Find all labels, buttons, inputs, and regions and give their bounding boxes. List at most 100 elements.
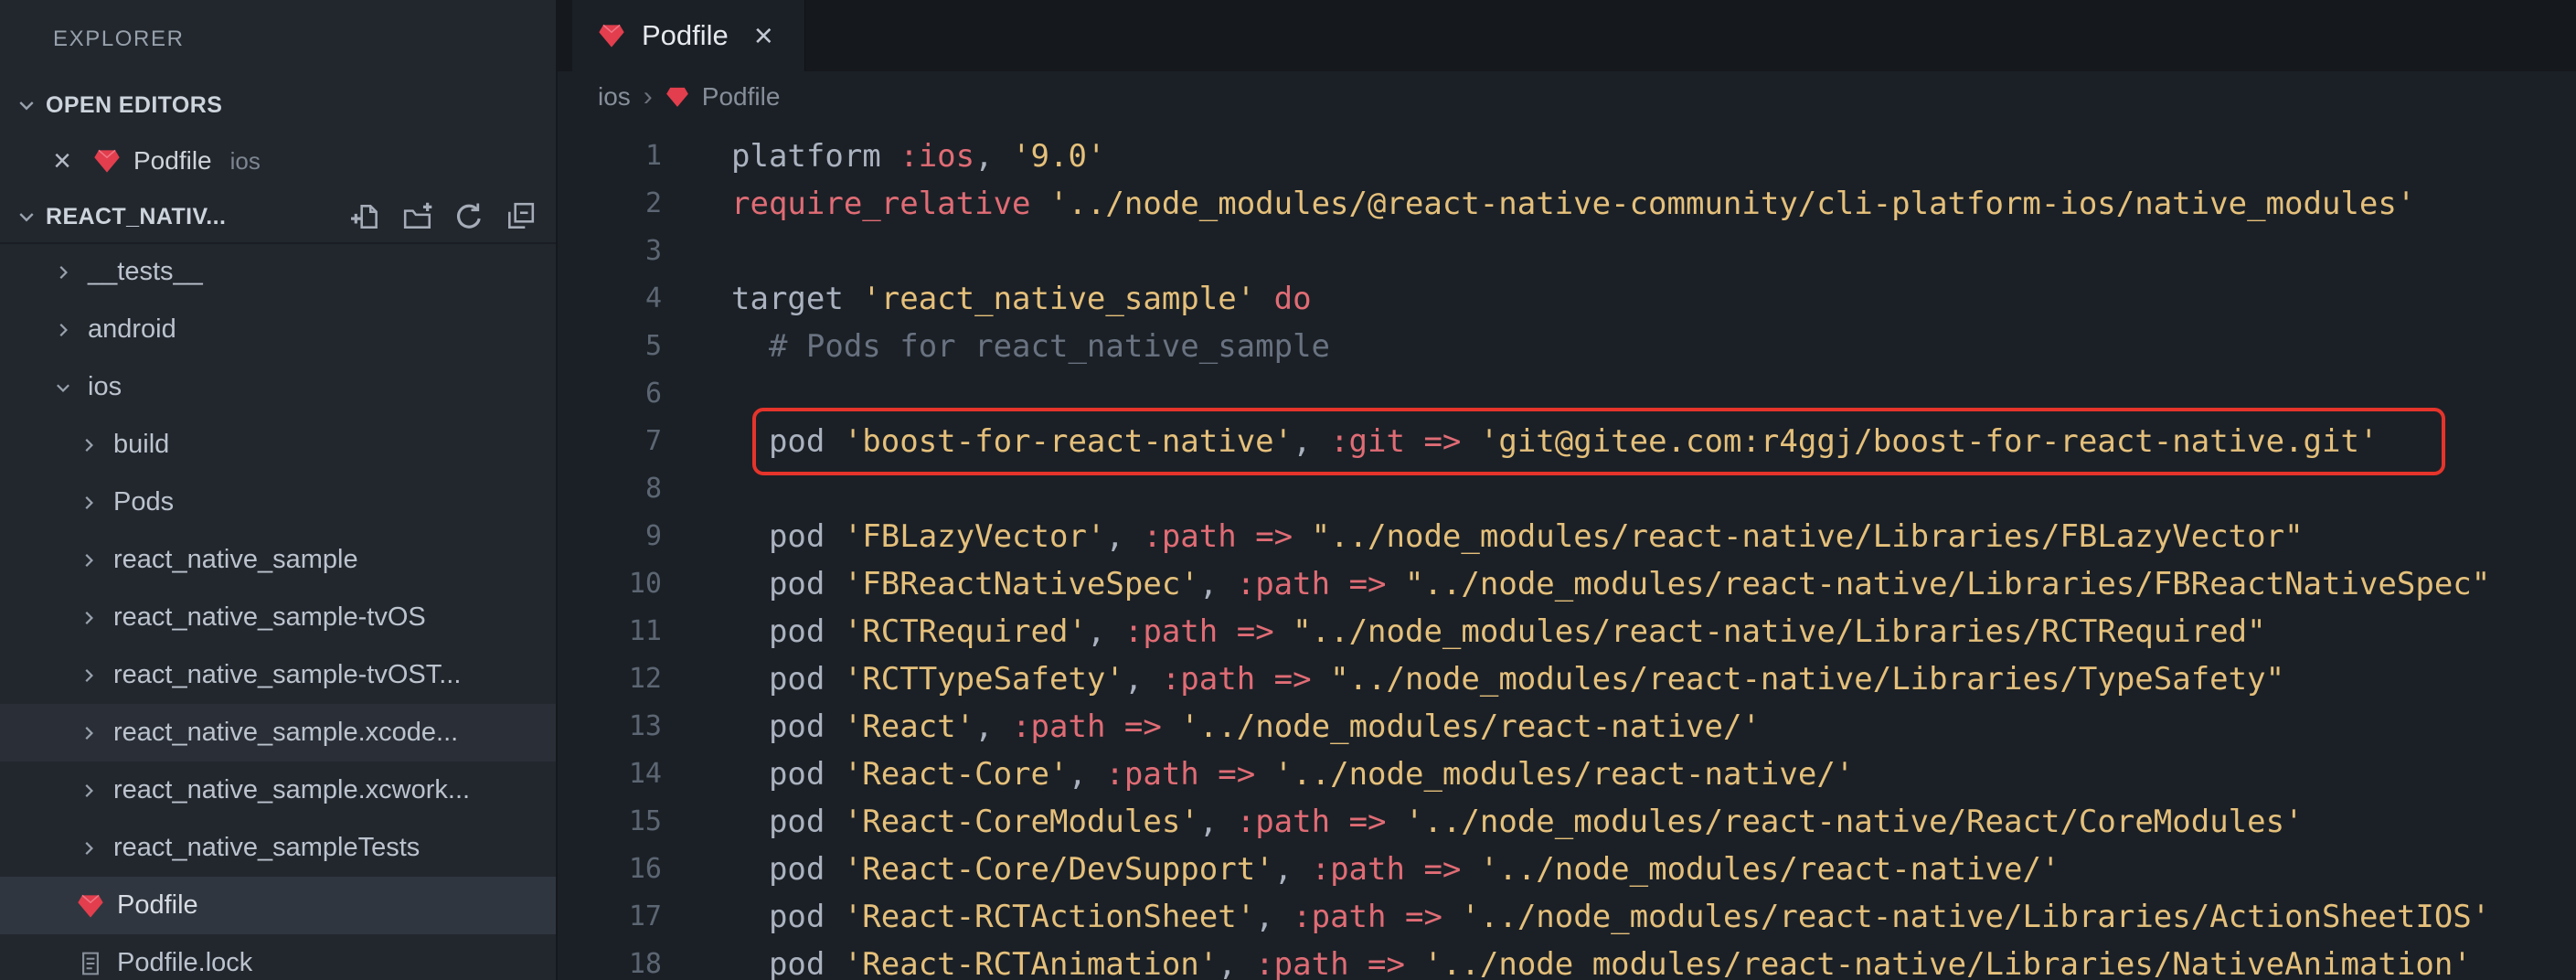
- tree-item-react-native-sample-xcode-[interactable]: react_native_sample.xcode...: [0, 704, 556, 762]
- chevron-right-icon: [77, 836, 101, 860]
- code-token: 'RCTRequired': [843, 613, 1087, 650]
- code-line-8[interactable]: 8: [558, 465, 2576, 513]
- code-text: pod 'React-Core', :path => '../node_modu…: [731, 751, 1854, 798]
- tree-item-podfile[interactable]: Podfile: [0, 877, 556, 934]
- code-token: :path: [1105, 756, 1199, 793]
- code-token: ,: [1086, 613, 1124, 650]
- code-line-16[interactable]: 16 pod 'React-Core/DevSupport', :path =>…: [558, 846, 2576, 893]
- code-line-3[interactable]: 3: [558, 228, 2576, 275]
- line-number: 5: [644, 330, 662, 362]
- tree-item-react-native-sample-tvos[interactable]: react_native_sample-tvOS: [0, 589, 556, 646]
- line-number: 12: [628, 663, 662, 695]
- code-text: pod 'FBReactNativeSpec', :path => "../no…: [731, 560, 2490, 608]
- line-number: 7: [644, 425, 662, 457]
- tree-item-label: android: [88, 314, 176, 344]
- code-line-11[interactable]: 11 pod 'RCTRequired', :path => "../node_…: [558, 608, 2576, 655]
- code-token: require_relative: [731, 186, 1049, 222]
- workspace-section-header[interactable]: REACT_NATIV...: [0, 190, 556, 243]
- code-token: 'React-RCTAnimation': [843, 946, 1219, 980]
- code-token: =>: [1218, 756, 1256, 793]
- open-editors-header[interactable]: OPEN EDITORS: [0, 79, 556, 132]
- tree-item-label: __tests__: [88, 257, 203, 286]
- tree-item-build[interactable]: build: [0, 416, 556, 474]
- ruby-icon: [93, 147, 121, 175]
- code-token: 'FBLazyVector': [843, 518, 1106, 555]
- code-token: platform: [731, 138, 900, 175]
- tree-item--tests-[interactable]: __tests__: [0, 243, 556, 301]
- breadcrumb-segment-podfile[interactable]: Podfile: [702, 82, 781, 112]
- code-line-17[interactable]: 17 pod 'React-RCTActionSheet', :path => …: [558, 893, 2576, 941]
- tree-item-react-native-sample[interactable]: react_native_sample: [0, 531, 556, 589]
- code-text: pod 'React-Core/DevSupport', :path => '.…: [731, 846, 2060, 893]
- code-text: pod 'React-CoreModules', :path => '../no…: [731, 798, 2304, 846]
- code-line-13[interactable]: 13 pod 'React', :path => '../node_module…: [558, 703, 2576, 751]
- code-line-4[interactable]: 4 target 'react_native_sample' do: [558, 275, 2576, 323]
- refresh-icon[interactable]: [448, 196, 490, 238]
- file-tree: __tests__ android ios build Pods react_native…: [0, 243, 556, 980]
- code-line-14[interactable]: 14 pod 'React-Core', :path => '../node_m…: [558, 751, 2576, 798]
- close-icon[interactable]: ×: [44, 143, 80, 179]
- code-line-18[interactable]: 18 pod 'React-RCTAnimation', :path => '.…: [558, 941, 2576, 980]
- code-text: target 'react_native_sample' do: [731, 275, 1312, 323]
- line-number: 6: [644, 378, 662, 410]
- new-folder-icon[interactable]: [397, 196, 439, 238]
- tab-close-icon[interactable]: ×: [749, 16, 779, 55]
- code-token: 'React-CoreModules': [843, 804, 1199, 840]
- tree-item-label: Podfile: [117, 890, 198, 920]
- line-number: 13: [628, 710, 662, 742]
- code-token: =>: [1273, 661, 1312, 698]
- code-token: '../node_modules/@react-native-community…: [1049, 186, 2416, 222]
- tree-item-react-native-sample-xcwork-[interactable]: react_native_sample.xcwork...: [0, 762, 556, 819]
- code-line-5[interactable]: 5 # Pods for react_native_sample: [558, 323, 2576, 370]
- code-token: ,: [1123, 661, 1162, 698]
- code-token: '../node_modules/react-native/': [1180, 708, 1761, 745]
- chevron-right-icon: [77, 606, 101, 630]
- tree-item-podfile-lock[interactable]: Podfile.lock: [0, 934, 556, 980]
- new-file-icon[interactable]: [346, 196, 388, 238]
- chevron-right-icon: [51, 318, 75, 342]
- code-line-1[interactable]: 1 platform :ios, '9.0': [558, 133, 2576, 180]
- code-line-7[interactable]: 7 pod 'boost-for-react-native', :git => …: [558, 418, 2576, 465]
- open-editor-detail: ios: [229, 146, 261, 175]
- tree-item-android[interactable]: android: [0, 301, 556, 358]
- collapse-all-icon[interactable]: [499, 196, 541, 238]
- tree-item-react-native-sampletests[interactable]: react_native_sampleTests: [0, 819, 556, 877]
- tree-item-ios[interactable]: ios: [0, 358, 556, 416]
- code-line-9[interactable]: 9 pod 'FBLazyVector', :path => "../node_…: [558, 513, 2576, 560]
- chevron-right-icon: [77, 433, 101, 457]
- code-token: pod: [731, 566, 844, 602]
- code-token: 'React-Core/DevSupport': [843, 851, 1274, 888]
- code-line-2[interactable]: 2 require_relative '../node_modules/@reac…: [558, 180, 2576, 228]
- code-token: :path: [1123, 613, 1219, 650]
- code-editor[interactable]: 1 platform :ios, '9.0' 2 require_relative '…: [558, 122, 2576, 980]
- code-token: pod: [731, 756, 844, 793]
- breadcrumb-segment-ios[interactable]: ios: [598, 82, 631, 112]
- code-line-6[interactable]: 6: [558, 370, 2576, 418]
- code-token: # Pods for react_native_sample: [731, 328, 1331, 365]
- chevron-right-icon: [51, 261, 75, 284]
- code-token: "../node_modules/react-native/Libraries/…: [1330, 661, 2285, 698]
- code-line-12[interactable]: 12 pod 'RCTTypeSafety', :path => "../nod…: [558, 655, 2576, 703]
- tree-item-pods[interactable]: Pods: [0, 474, 556, 531]
- tree-item-react-native-sample-tvost-[interactable]: react_native_sample-tvOST...: [0, 646, 556, 704]
- code-token: "../node_modules/react-native/Libraries/…: [1405, 566, 2491, 602]
- code-token: '../node_modules/react-native/Libraries/…: [1423, 946, 2472, 980]
- ruby-icon: [598, 22, 625, 49]
- open-editor-item-podfile[interactable]: × Podfile ios: [0, 132, 556, 190]
- workspace-label: REACT_NATIV...: [46, 203, 227, 229]
- code-line-10[interactable]: 10 pod 'FBReactNativeSpec', :path => "..…: [558, 560, 2576, 608]
- code-token: "../node_modules/react-native/Libraries/…: [1311, 518, 2304, 555]
- ruby-icon: [665, 85, 689, 109]
- tab-podfile[interactable]: Podfile ×: [572, 0, 805, 71]
- code-token: =>: [1348, 566, 1387, 602]
- code-token: pod: [731, 804, 844, 840]
- code-line-15[interactable]: 15 pod 'React-CoreModules', :path => '..…: [558, 798, 2576, 846]
- code-text: pod 'FBLazyVector', :path => "../node_mo…: [731, 513, 2304, 560]
